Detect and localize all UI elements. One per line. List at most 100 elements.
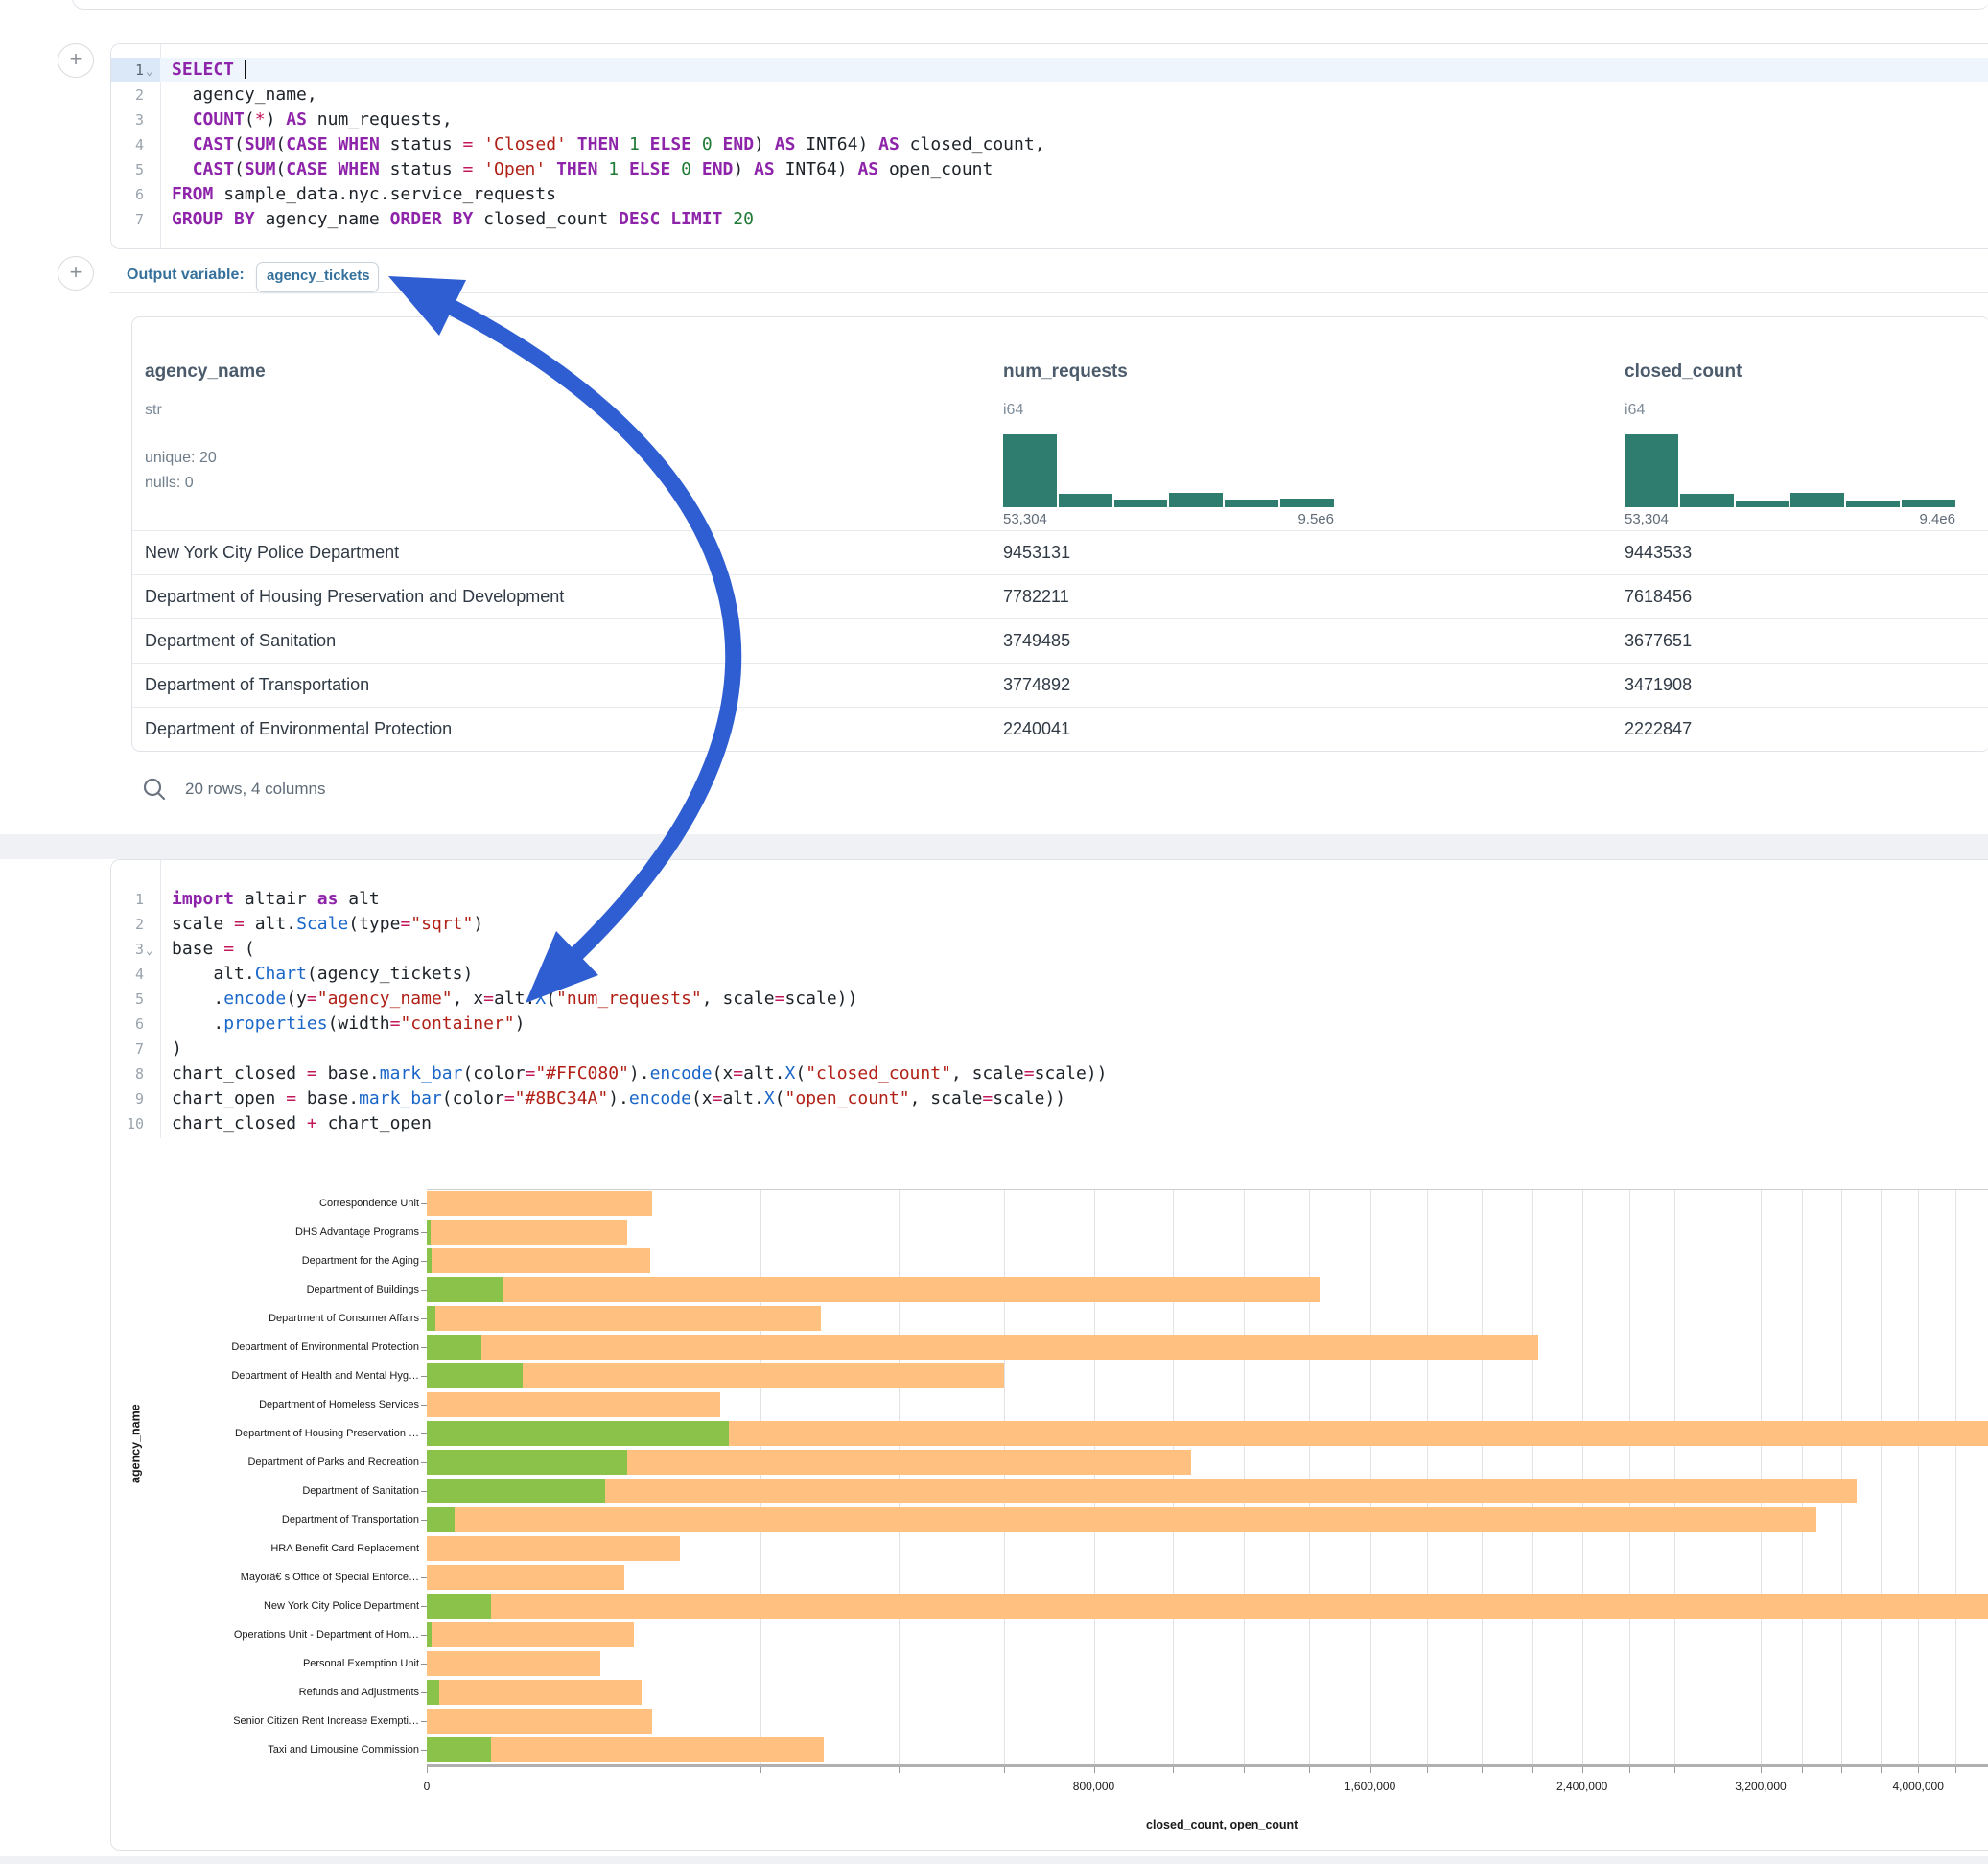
code-text: chart_open = base.mark_bar(color="#8BC34… [172, 1086, 1065, 1111]
table-cell[interactable]: 2222847 [1625, 719, 1692, 739]
table-cell[interactable]: Department of Sanitation [145, 631, 336, 651]
chevron-down-icon[interactable]: ⌄ [146, 58, 152, 83]
output-row-divider [110, 292, 1988, 293]
histogram-max-label: 9.4e6 [1898, 511, 1955, 527]
histogram-min-label: 53,304 [1625, 511, 1669, 527]
histogram-max-label: 9.5e6 [1276, 511, 1334, 527]
code-text: CAST(SUM(CASE WHEN status = 'Open' THEN … [172, 157, 993, 182]
code-line-2[interactable]: 2 agency_name, [111, 82, 1988, 107]
line-number: 4 [111, 962, 160, 987]
column-stat: unique: 20 [145, 450, 217, 467]
row-divider [132, 707, 1988, 708]
add-cell-button[interactable]: + [58, 43, 94, 78]
code-line-7[interactable]: 7 GROUP BY agency_name ORDER BY closed_co… [111, 207, 1988, 232]
table-cell[interactable]: 3749485 [1003, 631, 1070, 651]
code-text: base = ( [172, 937, 255, 962]
code-line-3[interactable]: 3 COUNT(*) AS num_requests, [111, 107, 1988, 132]
code-line-6[interactable]: 6 .properties(width="container") [111, 1012, 1988, 1037]
table-cell[interactable]: 3677651 [1625, 631, 1692, 651]
code-text: chart_closed + chart_open [172, 1111, 432, 1136]
histogram-min-label: 53,304 [1003, 511, 1047, 527]
column-histogram [1003, 434, 1334, 507]
code-line-9[interactable]: 9 chart_open = base.mark_bar(color="#8BC3… [111, 1086, 1988, 1111]
line-number: 6 [111, 1012, 160, 1037]
table-cell[interactable]: 7618456 [1625, 587, 1692, 607]
table-cell[interactable]: Department of Transportation [145, 675, 369, 695]
code-line-1[interactable]: 1⌄SELECT [111, 58, 1988, 82]
line-number: 5 [111, 987, 160, 1012]
code-text: GROUP BY agency_name ORDER BY closed_cou… [172, 207, 754, 232]
cell-gap-bottom [0, 1856, 1988, 1864]
column-header-closed_count[interactable]: closed_count [1625, 361, 1742, 383]
row-divider [132, 663, 1988, 664]
python-code-cell[interactable]: 1import altair as alt2 scale = alt.Scale(… [110, 859, 1988, 1851]
add-cell-button-2[interactable]: + [58, 256, 94, 291]
text-cursor [245, 60, 246, 79]
column-type: i64 [1625, 402, 1645, 419]
code-text: COUNT(*) AS num_requests, [172, 107, 453, 132]
column-stat: nulls: 0 [145, 475, 194, 492]
code-line-5[interactable]: 5 .encode(y="agency_name", x=alt.X("num_… [111, 987, 1988, 1012]
code-text: .properties(width="container") [172, 1012, 526, 1037]
output-variable-pill[interactable]: agency_tickets [256, 262, 379, 292]
table-cell[interactable]: 9443533 [1625, 543, 1692, 563]
dataframe-preview-card[interactable]: agency_namestr unique: 20 nulls: 0 num_requ… [131, 316, 1988, 752]
code-line-4[interactable]: 4 CAST(SUM(CASE WHEN status = 'Closed' T… [111, 132, 1988, 157]
code-text: scale = alt.Scale(type="sqrt") [172, 912, 483, 937]
notebook-page: + 1⌄SELECT 2 agency_name,3 COUNT(*) AS n… [0, 0, 1988, 1864]
table-cell[interactable]: 2240041 [1003, 719, 1070, 739]
line-number: 5 [111, 157, 160, 182]
row-divider [132, 530, 1988, 531]
column-header-agency_name[interactable]: agency_name [145, 361, 266, 383]
line-number: 9 [111, 1086, 160, 1111]
line-number: 8 [111, 1061, 160, 1086]
code-text: ) [172, 1037, 182, 1061]
column-type: str [145, 402, 162, 419]
previous-cell-fragment [72, 0, 1988, 10]
table-cell[interactable]: Department of Environmental Protection [145, 719, 452, 739]
table-row-count: 20 rows, 4 columns [185, 780, 325, 799]
line-number: 2 [111, 912, 160, 937]
column-type: i64 [1003, 402, 1023, 419]
code-line-3[interactable]: 3⌄ base = ( [111, 937, 1988, 962]
chevron-down-icon[interactable]: ⌄ [146, 938, 152, 963]
code-text: .encode(y="agency_name", x=alt.X("num_re… [172, 987, 857, 1012]
column-histogram [1625, 434, 1955, 507]
line-number: 4 [111, 132, 160, 157]
code-line-10[interactable]: 10 chart_closed + chart_open [111, 1111, 1988, 1136]
code-text: alt.Chart(agency_tickets) [172, 962, 473, 987]
line-number: 7 [111, 207, 160, 232]
table-cell[interactable]: New York City Police Department [145, 543, 399, 563]
code-text: SELECT [172, 58, 246, 82]
code-text: chart_closed = base.mark_bar(color="#FFC… [172, 1061, 1107, 1086]
table-cell[interactable]: 7782211 [1003, 587, 1069, 607]
column-header-num_requests[interactable]: num_requests [1003, 361, 1128, 383]
line-number: 3 [111, 107, 160, 132]
code-text: agency_name, [172, 82, 317, 107]
line-number: 2 [111, 82, 160, 107]
line-number: 1 [111, 887, 160, 912]
sql-code-cell[interactable]: 1⌄SELECT 2 agency_name,3 COUNT(*) AS num… [110, 43, 1988, 249]
code-text: FROM sample_data.nyc.service_requests [172, 182, 556, 207]
line-number: 7 [111, 1037, 160, 1061]
table-cell[interactable]: 3774892 [1003, 675, 1070, 695]
search-icon[interactable] [142, 777, 167, 802]
table-cell[interactable]: 9453131 [1003, 543, 1070, 563]
code-line-5[interactable]: 5 CAST(SUM(CASE WHEN status = 'Open' THE… [111, 157, 1988, 182]
row-divider [132, 618, 1988, 619]
code-line-6[interactable]: 6 FROM sample_data.nyc.service_requests [111, 182, 1988, 207]
table-cell[interactable]: Department of Housing Preservation and D… [145, 587, 564, 607]
table-cell[interactable]: 3471908 [1625, 675, 1692, 695]
row-divider [132, 574, 1988, 575]
code-line-1[interactable]: 1import altair as alt [111, 887, 1988, 912]
cell-gap [0, 834, 1988, 859]
code-line-4[interactable]: 4 alt.Chart(agency_tickets) [111, 962, 1988, 987]
line-number: 10 [111, 1111, 160, 1136]
output-variable-label: Output variable: [127, 267, 245, 284]
code-line-8[interactable]: 8 chart_closed = base.mark_bar(color="#FF… [111, 1061, 1988, 1086]
code-line-7[interactable]: 7) [111, 1037, 1988, 1061]
code-text: CAST(SUM(CASE WHEN status = 'Closed' THE… [172, 132, 1045, 157]
line-number: 3 [111, 937, 160, 962]
line-number: 6 [111, 182, 160, 207]
code-line-2[interactable]: 2 scale = alt.Scale(type="sqrt") [111, 912, 1988, 937]
